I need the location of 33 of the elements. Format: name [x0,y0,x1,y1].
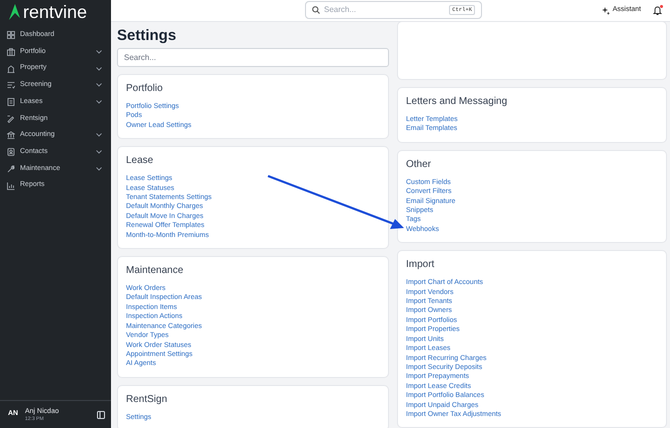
rentsign-icon [7,114,15,123]
accounting-icon [7,131,15,140]
reports-icon [7,182,15,190]
chevron-down-icon [96,66,102,71]
property-icon [7,64,15,73]
card-title: Maintenance [126,265,184,278]
card-title: Import [406,259,436,272]
logo-text: rentvine [23,3,88,21]
chevron-down-icon [96,150,102,154]
chevron-down-icon [96,166,102,171]
card-title: Other [406,158,432,171]
chevron-down-icon [96,83,102,88]
chevron-down-icon [96,133,102,138]
card-title: Lease [126,155,154,168]
page-title: Settings [117,27,178,45]
settings-search-field[interactable]: Search... [117,48,389,67]
logo-leaf-icon [8,4,20,20]
notification-bell-icon[interactable] [653,6,662,16]
search-icon [312,6,320,14]
screening-icon [7,81,15,90]
sidebar-collapse-icon[interactable] [97,410,105,418]
chevron-down-icon [96,100,102,104]
maintenance-icon [7,164,15,173]
card-title: Letters and Messaging [406,96,508,108]
card-title: RentSign [126,394,168,406]
chevron-down-icon [96,50,102,54]
contacts-icon [7,148,15,156]
portfolio-icon [7,48,15,56]
dashboard-icon [7,31,15,40]
sparkle-icon [602,6,610,14]
global-search-field[interactable]: Search... [324,4,446,16]
card-title: Portfolio [126,83,164,95]
leases-icon [7,98,15,106]
